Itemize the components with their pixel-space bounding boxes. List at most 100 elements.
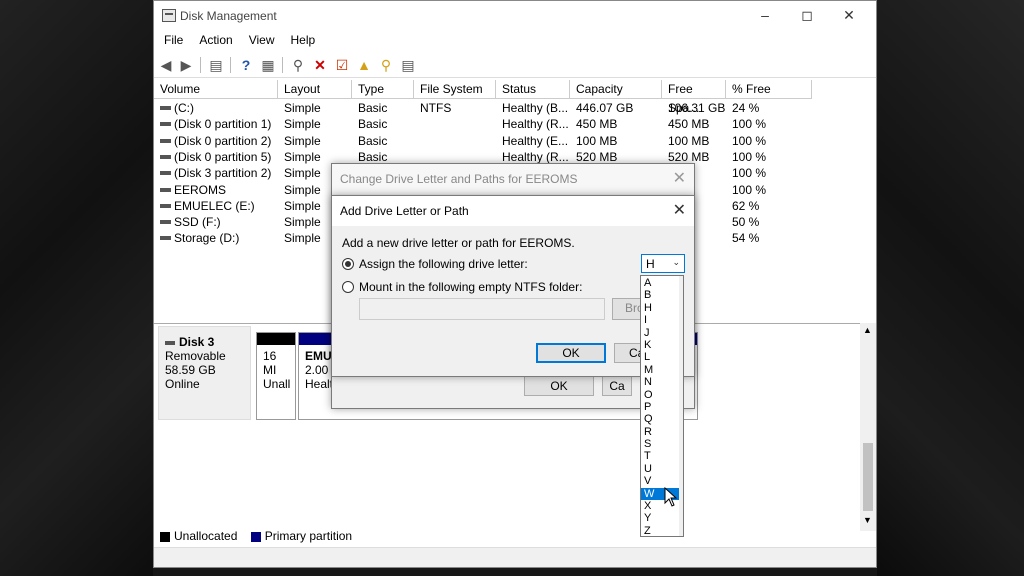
cell-volume: EMUELEC (E:) xyxy=(174,198,255,213)
cell-capacity: 100 MB xyxy=(576,133,618,148)
drive-letter-option[interactable]: T xyxy=(641,450,683,462)
drive-letter-option[interactable]: A xyxy=(641,277,683,289)
drive-letter-option[interactable]: B xyxy=(641,289,683,301)
search-folder-icon[interactable]: ⚲ xyxy=(378,57,394,73)
unallocated-size: 16 MI xyxy=(263,349,277,377)
scroll-thumb[interactable] xyxy=(863,443,873,511)
drive-letter-option[interactable]: R xyxy=(641,426,683,438)
cell-percent-free: 24 % xyxy=(732,101,760,115)
cell-percent-free: 62 % xyxy=(732,198,760,213)
cell-layout: Simple xyxy=(284,198,321,213)
drive-letter-option[interactable]: V xyxy=(641,475,683,487)
drive-letter-option[interactable]: K xyxy=(641,339,683,351)
column-header-free-space[interactable]: Free Spa... xyxy=(662,80,726,115)
close-button[interactable]: ✕ xyxy=(834,5,864,25)
cell-volume: EEROMS xyxy=(174,182,227,197)
disk-icon xyxy=(165,340,175,345)
settings-icon[interactable]: ▤ xyxy=(400,57,416,73)
drive-letter-option[interactable]: L xyxy=(641,351,683,363)
help-icon[interactable]: ? xyxy=(238,57,254,73)
browse-button[interactable]: Bro xyxy=(612,298,642,320)
disk-state: Online xyxy=(165,377,200,391)
close-icon[interactable]: ✕ xyxy=(673,168,686,188)
toolbar-separator xyxy=(230,57,231,73)
folder-up-icon[interactable]: ▲ xyxy=(356,57,372,73)
column-header-status[interactable]: Status xyxy=(496,80,570,99)
delete-icon[interactable]: ✕ xyxy=(312,57,328,73)
add-dialog-title: Add Drive Letter or Path xyxy=(340,204,469,218)
disk-management-icon xyxy=(162,9,176,22)
drive-letter-option[interactable]: N xyxy=(641,376,683,388)
change-cancel-button[interactable]: Ca xyxy=(602,376,632,396)
unallocated-label: Unall xyxy=(263,377,291,391)
cell-free-space: 100 MB xyxy=(668,133,710,148)
add-ok-button[interactable]: OK xyxy=(536,343,606,363)
vertical-scrollbar[interactable]: ▲ ▼ xyxy=(860,323,876,531)
cell-type: Basic xyxy=(358,101,388,115)
cell-percent-free: 100 % xyxy=(732,149,767,164)
menu-help[interactable]: Help xyxy=(283,31,324,49)
column-header-capacity[interactable]: Capacity xyxy=(570,80,662,99)
toolbar-separator xyxy=(200,57,201,73)
cell-volume: (Disk 0 partition 5) xyxy=(174,149,272,164)
mount-folder-radio[interactable] xyxy=(342,281,354,293)
volume-icon xyxy=(160,122,171,127)
drive-letter-option[interactable]: O xyxy=(641,389,683,401)
column-header-layout[interactable]: Layout xyxy=(278,80,352,99)
menu-view[interactable]: View xyxy=(241,31,283,49)
cell-percent-free: 100 % xyxy=(732,133,767,148)
menu-action[interactable]: Action xyxy=(191,31,240,49)
drive-letter-option[interactable]: Z xyxy=(641,525,683,537)
drive-letter-option[interactable]: H xyxy=(641,302,683,314)
disk-list-icon[interactable]: ▤ xyxy=(208,57,224,73)
drive-letter-option[interactable]: U xyxy=(641,463,683,475)
forward-arrow-icon[interactable]: ▶ xyxy=(178,57,194,73)
cell-free-space: 450 MB xyxy=(668,117,710,132)
selected-letter: H xyxy=(646,257,655,271)
drive-letter-option[interactable]: Y xyxy=(641,512,683,524)
drive-letter-option[interactable]: P xyxy=(641,401,683,413)
table-row[interactable]: (Disk 0 partition 1) Simple Basic Healthy (… xyxy=(154,116,876,132)
chevron-down-icon: ⌄ xyxy=(672,257,680,267)
column-header-type[interactable]: Type xyxy=(352,80,414,99)
dropdown-scrollbar[interactable] xyxy=(679,276,683,536)
scroll-up-icon[interactable]: ▲ xyxy=(863,325,872,335)
drive-letter-option[interactable]: M xyxy=(641,364,683,376)
change-ok-button[interactable]: OK xyxy=(524,376,594,396)
assign-letter-radio[interactable] xyxy=(342,258,354,270)
drive-letter-option[interactable]: J xyxy=(641,327,683,339)
menu-file[interactable]: File xyxy=(156,31,191,49)
toolbar: ◀ ▶ ▤ ? ▦ ⚲ ✕ ☑ ▲ ⚲ ▤ xyxy=(154,53,876,78)
back-arrow-icon[interactable]: ◀ xyxy=(158,57,174,73)
assign-letter-label: Assign the following drive letter: xyxy=(359,257,528,271)
status-bar xyxy=(154,547,876,567)
table-row[interactable]: (Disk 0 partition 2) Simple Basic Healthy (… xyxy=(154,133,876,149)
cell-layout: Simple xyxy=(284,231,321,246)
properties-icon[interactable]: ▦ xyxy=(260,57,276,73)
add-cancel-button[interactable]: Ca xyxy=(614,343,642,363)
connect-icon[interactable]: ⚲ xyxy=(290,57,306,73)
cell-file-system: NTFS xyxy=(420,101,452,115)
drive-letter-select[interactable]: H ⌄ xyxy=(641,254,685,273)
change-dialog-title: Change Drive Letter and Paths for EEROMS xyxy=(340,172,578,186)
cell-volume: (C:) xyxy=(174,101,194,115)
disk-name: Disk 3 xyxy=(165,335,244,349)
column-header-percent-free[interactable]: % Free xyxy=(726,80,812,99)
column-header-file-system[interactable]: File System xyxy=(414,80,496,99)
cell-layout: Simple xyxy=(284,215,321,230)
unallocated-partition[interactable]: 16 MI Unall xyxy=(256,332,296,420)
disk-3-label[interactable]: Disk 3 Removable 58.59 GB Online xyxy=(158,326,251,420)
drive-letter-option[interactable]: S xyxy=(641,438,683,450)
check-icon[interactable]: ☑ xyxy=(334,57,350,73)
drive-letter-option[interactable]: I xyxy=(641,314,683,326)
minimize-button[interactable]: – xyxy=(750,5,780,25)
table-row[interactable]: (C:) Simple Basic NTFS Healthy (B... 446.07 G… xyxy=(154,100,876,116)
close-icon[interactable]: ✕ xyxy=(673,200,686,220)
scroll-down-icon[interactable]: ▼ xyxy=(863,515,872,525)
add-dialog-titlebar: Add Drive Letter or Path ✕ xyxy=(332,196,694,226)
mount-folder-input[interactable] xyxy=(359,298,605,320)
maximize-button[interactable]: ◻ xyxy=(792,5,822,25)
legend: Unallocated Primary partition xyxy=(154,529,876,545)
column-header-volume[interactable]: Volume xyxy=(154,80,278,99)
drive-letter-option[interactable]: Q xyxy=(641,413,683,425)
